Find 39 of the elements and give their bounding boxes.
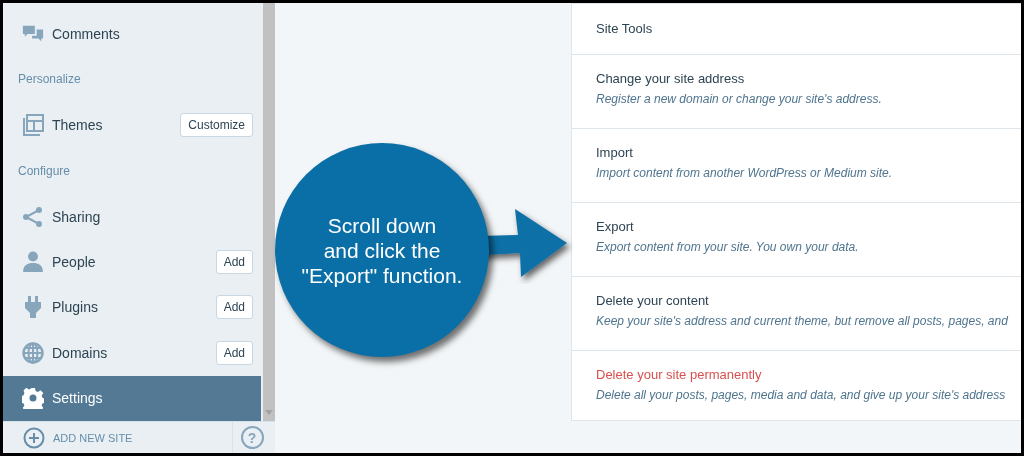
settings-icon [22,387,44,410]
share-icon [22,205,44,228]
tool-row[interactable]: Delete your site permanently Delete all your posts, pages, media and data, and give up your site's address [572,351,1021,425]
tool-row[interactable]: Export Export content from your site. You own your data. [572,203,1021,277]
add-icon [23,426,45,449]
sidebar-item[interactable]: Settings [3,375,261,421]
add-button[interactable]: Add [215,340,253,365]
tool-description: Import content from another WordPress or Medium site. [596,166,894,180]
customize-button[interactable]: Customize [180,113,253,138]
tool-title: Export [596,219,635,234]
globe-icon [22,341,44,364]
scroll-down-icon[interactable] [265,410,273,415]
plug-icon [22,296,44,319]
tool-description: Keep your site's address and current theme, but remove all posts, pages, and [596,314,1009,328]
scrollbar[interactable] [263,3,275,421]
callout-text: Scroll down and click the "Export" function. [301,212,463,288]
sidebar-item[interactable]: Comments [3,11,261,57]
sidebar-item[interactable]: Plugins Add [3,284,261,331]
card-title: Site Tools [572,4,1021,55]
tool-row[interactable]: Change your site address Register a new domain or change your site's address. [572,55,1021,129]
tool-title: Delete your content [596,293,710,308]
tool-row[interactable]: Delete your content Keep your site's address and current theme, but remove all posts, pages, and [572,277,1021,351]
tool-description: Delete all your posts, pages, media and data, and give up your site's address [596,388,1007,402]
tool-row[interactable]: Import Import content from another WordPress or Medium site. [572,129,1021,203]
add-button[interactable]: Add [215,249,253,274]
sidebar-item[interactable]: People Add [3,239,261,285]
sidebar-item[interactable]: Domains Add [3,330,261,376]
sidebar-item[interactable]: Themes Customize [3,102,261,148]
section-heading: Configure [17,162,72,180]
tool-description: Export content from your site. You own your data. [596,240,860,254]
tool-title: Import [596,145,634,160]
tool-description: Register a new domain or change your site's address. [596,92,883,106]
tool-title: Change your site address [596,71,746,86]
sidebar-item[interactable]: Sharing [3,193,261,240]
add-button[interactable]: Add [215,295,253,320]
tool-title: Delete your site permanently [596,367,763,382]
layout-icon [22,114,44,137]
person-icon [22,250,44,273]
section-heading: Personalize [17,71,82,89]
